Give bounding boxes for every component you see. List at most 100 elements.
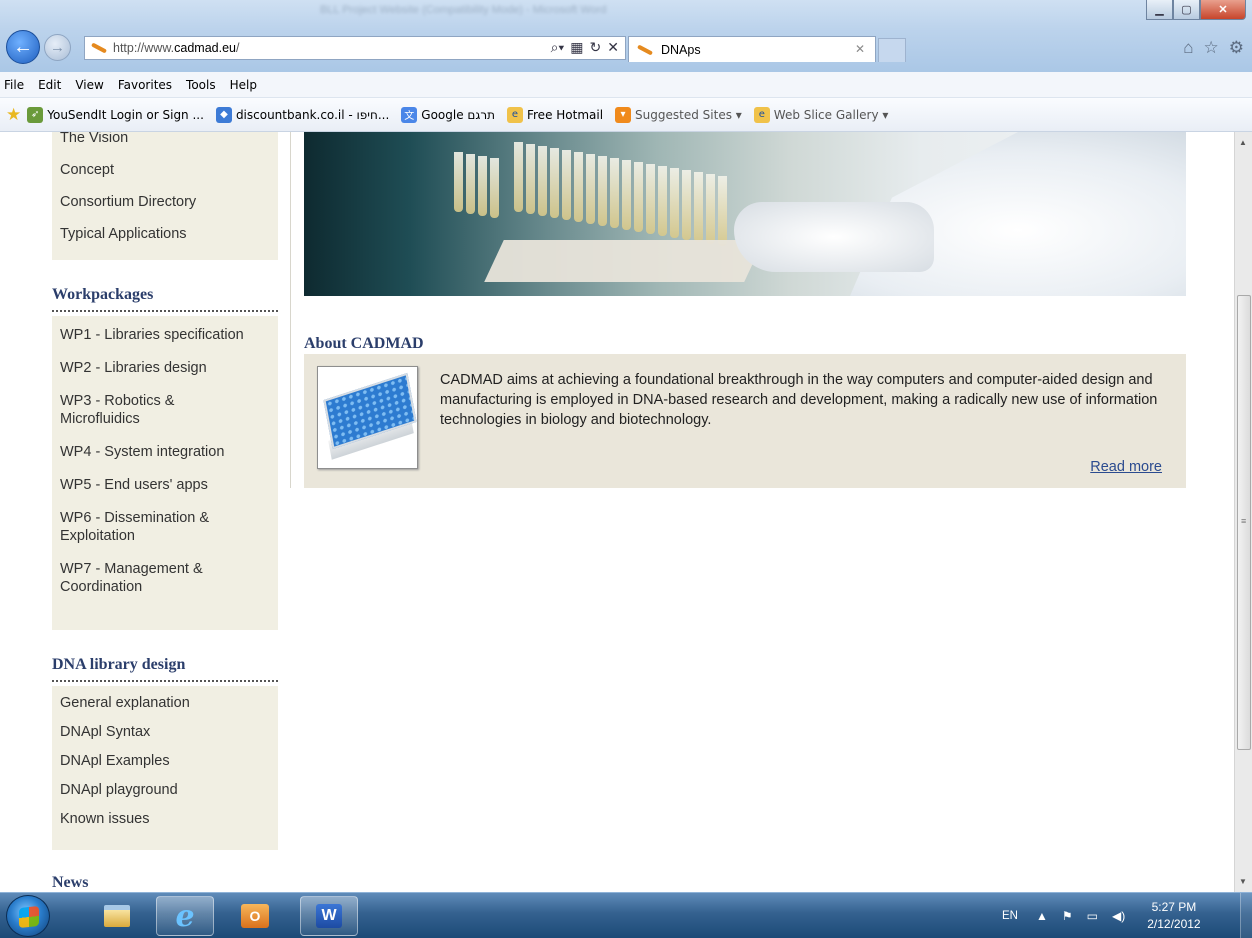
sidebar-link-wp7[interactable]: WP7 - Management & Coordination: [52, 549, 232, 600]
menu-edit[interactable]: Edit: [38, 78, 61, 92]
volume-icon[interactable]: ◀): [1112, 909, 1125, 923]
tube: [598, 156, 607, 226]
sidebar-link-consortium-directory[interactable]: Consortium Directory: [52, 183, 278, 215]
sidebar-link-general-explanation[interactable]: General explanation: [52, 686, 278, 716]
favorite-discountbank[interactable]: ◆ discountbank.co.il - חיפו...: [215, 106, 389, 123]
menu-help[interactable]: Help: [230, 78, 257, 92]
sidebar-link-wp2[interactable]: WP2 - Libraries design: [52, 348, 278, 381]
network-icon[interactable]: ▭: [1087, 909, 1098, 923]
tube: [574, 152, 583, 222]
ie-page-icon: e: [506, 106, 523, 123]
language-indicator[interactable]: EN: [1002, 910, 1018, 922]
scroll-down-icon[interactable]: ▼: [1239, 877, 1247, 886]
forward-button[interactable]: →: [44, 34, 71, 61]
taskbar-word[interactable]: W: [300, 896, 358, 936]
stop-icon[interactable]: ✕: [607, 39, 619, 56]
sidebar-link-wp6[interactable]: WP6 - Dissemination & Exploitation: [52, 498, 242, 549]
clock[interactable]: 5:27 PM 2/12/2012: [1147, 899, 1200, 933]
tube: [670, 168, 679, 238]
tab-title: DNAps: [661, 42, 701, 57]
sidebar-link-wp1[interactable]: WP1 - Libraries specification: [52, 316, 278, 348]
tube: [694, 172, 703, 242]
folder-icon: [104, 905, 130, 927]
favorite-free-hotmail[interactable]: e Free Hotmail: [506, 106, 603, 123]
maximize-button[interactable]: ▢: [1173, 0, 1200, 20]
sidebar-link-wp3[interactable]: WP3 - Robotics & Microfluidics: [52, 381, 212, 432]
favorite-suggested-sites[interactable]: ▾ Suggested Sites ▾: [615, 106, 742, 123]
tube: [646, 164, 655, 234]
tube: [706, 174, 715, 244]
show-hidden-icons-icon[interactable]: ▲: [1036, 909, 1048, 923]
menu-bar: File Edit View Favorites Tools Help: [0, 72, 1252, 98]
tube: [622, 160, 631, 230]
add-favorite-star-icon[interactable]: ★: [6, 105, 21, 125]
close-button[interactable]: ✕: [1200, 0, 1246, 20]
menu-view[interactable]: View: [75, 78, 103, 92]
gear-icon[interactable]: ⚙: [1229, 38, 1244, 58]
browser-toolbar-icons: ⌂ ☆ ⚙: [1183, 38, 1244, 58]
minimize-button[interactable]: ▁: [1146, 0, 1173, 20]
sidebar-link-dnapl-playground[interactable]: DNApl playground: [52, 774, 278, 803]
tab-dnaps[interactable]: DNAps ✕: [628, 36, 876, 62]
menu-tools[interactable]: Tools: [186, 78, 216, 92]
discountbank-icon: ◆: [215, 106, 232, 123]
outlook-icon: O: [241, 904, 269, 928]
home-icon[interactable]: ⌂: [1183, 38, 1193, 58]
favorite-web-slice-gallery[interactable]: e Web Slice Gallery ▾: [753, 106, 888, 123]
microplate-image: [317, 366, 418, 469]
sidebar-link-known-issues[interactable]: Known issues: [52, 803, 278, 832]
tube: [562, 150, 571, 220]
taskbar-internet-explorer[interactable]: e: [156, 896, 214, 936]
sidebar-link-wp5[interactable]: WP5 - End users' apps: [52, 465, 278, 498]
taskbar-outlook[interactable]: O: [226, 896, 284, 936]
menu-favorites[interactable]: Favorites: [118, 78, 172, 92]
favorites-star-icon[interactable]: ☆: [1204, 38, 1219, 58]
sidebar-link-typical-applications[interactable]: Typical Applications: [52, 215, 278, 247]
internet-explorer-icon: e: [175, 898, 195, 934]
sidebar-link-dnapl-syntax[interactable]: DNApl Syntax: [52, 716, 278, 745]
tab-close-icon[interactable]: ✕: [855, 42, 865, 56]
hero-lab-image: [304, 132, 1186, 296]
read-more-link[interactable]: Read more: [1090, 459, 1162, 475]
about-box: CADMAD aims at achieving a foundational …: [304, 354, 1186, 488]
scroll-up-icon[interactable]: ▲: [1239, 138, 1247, 147]
address-url[interactable]: http://www.cadmad.eu/: [113, 41, 239, 55]
google-translate-icon: 文: [401, 106, 418, 123]
tube: [454, 152, 463, 212]
vertical-scrollbar[interactable]: ▲ ≡ ▼: [1234, 132, 1252, 892]
page-viewport: The Vision Concept Consortium Directory …: [0, 132, 1234, 892]
site-favicon-icon: [89, 41, 107, 55]
window-title: BLL Project Website (Compatibility Mode)…: [320, 4, 607, 16]
sidebar-link-concept[interactable]: Concept: [52, 151, 278, 183]
search-icon[interactable]: ⌕▾: [551, 39, 565, 56]
taskbar-explorer[interactable]: [88, 896, 146, 936]
ie-page-icon: e: [753, 106, 770, 123]
start-button[interactable]: [6, 895, 50, 937]
windows-taskbar: e O W EN ▲ ⚑ ▭ ◀) 5:27 PM 2/12/2012: [0, 892, 1252, 938]
refresh-icon[interactable]: ↻: [590, 39, 602, 56]
about-title: About CADMAD: [304, 335, 424, 352]
sidebar-workpackages-block: WP1 - Libraries specification WP2 - Libr…: [52, 316, 278, 630]
menu-file[interactable]: File: [4, 78, 24, 92]
back-button[interactable]: ←: [6, 30, 40, 64]
news-heading: News: [52, 874, 89, 891]
compatibility-view-icon[interactable]: ▦: [570, 39, 583, 56]
sidebar-link-dnapl-examples[interactable]: DNApl Examples: [52, 745, 278, 774]
scroll-grip-icon: ≡: [1241, 516, 1247, 526]
clock-date: 2/12/2012: [1147, 917, 1201, 931]
scroll-thumb[interactable]: ≡: [1237, 295, 1251, 750]
window-controls: ▁ ▢ ✕: [1146, 0, 1246, 20]
forward-arrow-icon: →: [50, 39, 65, 56]
system-tray: EN ▲ ⚑ ▭ ◀) 5:27 PM 2/12/2012: [972, 893, 1252, 938]
tube: [718, 176, 727, 246]
favorite-google-translate[interactable]: 文 Google תרגם: [401, 106, 495, 123]
tube: [682, 170, 691, 240]
sidebar-link-wp4[interactable]: WP4 - System integration: [52, 432, 278, 465]
address-bar[interactable]: http://www.cadmad.eu/ ⌕▾ ▦ ↻ ✕: [84, 36, 626, 60]
show-desktop-button[interactable]: [1240, 893, 1252, 938]
favorite-yousendit[interactable]: ➶ YouSendIt Login or Sign ...: [27, 106, 204, 123]
new-tab-button[interactable]: [878, 38, 906, 62]
action-center-flag-icon[interactable]: ⚑: [1062, 909, 1073, 923]
back-arrow-icon: ←: [13, 35, 33, 58]
sidebar-link-the-vision[interactable]: The Vision: [52, 132, 278, 151]
